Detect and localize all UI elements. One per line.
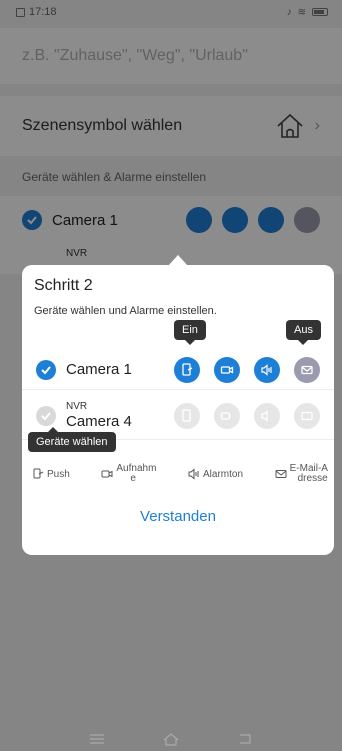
alarm-tone-icon[interactable] [254,356,280,383]
check-icon[interactable] [36,405,56,426]
legend-push-label: Push [47,468,70,480]
alarm-legend: Push Aufnahm e Alarmton E-Mail-A dresse [32,464,328,484]
email-icon[interactable] [294,402,320,429]
push-icon[interactable] [174,356,200,383]
tooltip-on: Ein [174,320,206,345]
legend-record-line2: e [130,473,136,484]
legend-push: Push [32,468,70,480]
legend-record: Aufnahm e [101,464,156,484]
push-icon[interactable] [174,402,200,429]
alarm-tone-icon[interactable] [254,402,280,429]
popup-title: Schritt 2 [34,277,93,294]
legend-email: E-Mail-A dresse [275,464,328,484]
device-row[interactable]: Camera 1 [22,350,334,390]
popup-description: Geräte wählen und Alarme einstellen. [34,305,217,317]
record-icon[interactable] [214,356,240,383]
legend-alarm-tone-label: Alarmton [203,468,244,480]
tutorial-popup: Schritt 2 Geräte wählen und Alarme einst… [22,265,334,555]
record-icon[interactable] [214,402,240,429]
device-name-block: NVR Camera 4 [66,401,132,430]
system-nav-bar [0,726,342,751]
tooltip-off: Aus [286,320,321,345]
record-icon [101,470,113,478]
understood-button[interactable]: Verstanden [22,508,334,525]
email-icon [275,470,287,478]
menu-icon[interactable] [88,732,106,746]
device-name: Camera 1 [66,361,132,378]
device-group: NVR [66,401,88,412]
home-nav-icon[interactable] [162,732,180,746]
tooltip-select-devices: Geräte wählen [28,427,116,452]
check-icon[interactable] [36,359,56,380]
back-icon[interactable] [236,732,254,746]
legend-email-line2: dresse [297,473,328,484]
alarm-tone-icon [188,468,199,480]
legend-alarm-tone: Alarmton [188,468,243,480]
device-name: Camera 4 [66,413,132,430]
legend-email-label: E-Mail-A dresse [290,464,328,484]
push-icon [33,468,44,479]
legend-record-label: Aufnahm e [116,464,156,484]
email-icon[interactable] [294,356,320,383]
